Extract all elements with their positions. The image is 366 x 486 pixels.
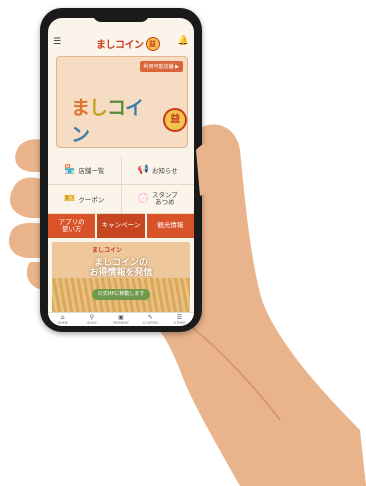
official-site-button[interactable]: 公式HPに移動します — [92, 289, 150, 300]
phone-notch — [93, 13, 149, 22]
store-icon: 🏪 — [64, 165, 76, 175]
stamp-icon: 💮 — [137, 194, 149, 204]
menu-item-news[interactable]: 📢 お知らせ — [120, 156, 195, 184]
app-logo: ましコイン 益 — [96, 36, 160, 51]
hero-logo-text: ましコイン — [71, 97, 144, 146]
menu-item-shops[interactable]: 🏪 店舗一覧 — [48, 156, 121, 184]
banner-logo-text: ましコイン — [92, 247, 123, 254]
campaign-button[interactable]: キャンペーン — [97, 214, 145, 238]
coupon-icon: ✎ — [147, 313, 153, 321]
tourism-info-button[interactable]: 観光情報 — [146, 214, 194, 238]
tab-label: PAYMENT — [112, 320, 130, 325]
action-buttons: アプリの 使い方 キャンペーン 観光情報 — [48, 214, 194, 238]
promo-banner[interactable]: ましコイン ましコインの お得情報を発信 公式HPに移動します — [52, 242, 190, 312]
qr-icon: ▣ — [118, 313, 124, 321]
app-header: ☰ ましコイン 益 🔔 — [48, 28, 194, 54]
tab-home[interactable]: ⌂ HOME — [48, 313, 77, 326]
how-to-use-button[interactable]: アプリの 使い方 — [48, 214, 96, 238]
tab-label: OTHER — [173, 320, 186, 325]
map-pin-icon: ⚲ — [89, 313, 94, 321]
tab-payment[interactable]: ▣ PAYMENT — [106, 313, 135, 326]
menu-item-coupon[interactable]: 🎫 クーポン — [48, 185, 121, 213]
home-icon: ⌂ — [60, 313, 65, 321]
coin-big-icon: 益 — [163, 108, 187, 132]
tab-label: SHOP — [86, 320, 97, 325]
hero-logo: ましコイン 益 — [71, 93, 187, 147]
bell-icon[interactable]: 🔔 — [178, 36, 189, 46]
hero-card[interactable]: 利用可能店舗 ▶ ましコイン 益 — [56, 56, 188, 148]
menu-grid: 🏪 店舗一覧 📢 お知らせ 🎫 クーポン 💮 スタンプ あつめ — [48, 156, 194, 214]
banner-title: ましコインの お得情報を発信 — [89, 258, 153, 279]
phone-screen: ☰ ましコイン 益 🔔 利用可能店舗 ▶ ましコイン 益 🏪 店舗一覧 📢 お知… — [48, 18, 194, 326]
tab-coupon[interactable]: ✎ COUPON — [136, 313, 165, 326]
menu-item-stamp[interactable]: 💮 スタンプ あつめ — [120, 185, 195, 213]
menu-item-label: スタンプ あつめ — [151, 190, 178, 206]
app-logo-text: ましコイン — [96, 40, 144, 51]
ticket-icon: 🎫 — [64, 194, 76, 204]
megaphone-icon: 📢 — [137, 165, 149, 175]
menu-item-label: クーポン — [78, 196, 105, 204]
tab-label: COUPON — [142, 320, 158, 325]
grid-icon: ☰ — [176, 313, 183, 321]
hero-tag-button[interactable]: 利用可能店舗 ▶ — [139, 61, 183, 72]
hamburger-menu-icon[interactable]: ☰ — [53, 38, 61, 47]
tab-other[interactable]: ☰ OTHER — [165, 313, 194, 326]
menu-item-label: お知らせ — [151, 167, 178, 175]
menu-item-label: 店舗一覧 — [78, 167, 105, 175]
coin-icon: 益 — [145, 36, 160, 51]
tab-label: HOME — [57, 320, 68, 325]
bottom-tab-bar: ⌂ HOME ⚲ SHOP ▣ PAYMENT ✎ COUPON ☰ OTHER — [48, 312, 194, 326]
tab-shop[interactable]: ⚲ SHOP — [77, 313, 106, 326]
